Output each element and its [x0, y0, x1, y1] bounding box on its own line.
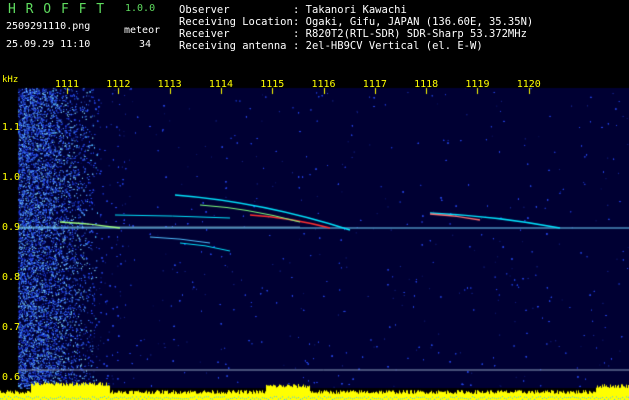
- x-tick-label: 1117: [362, 79, 387, 90]
- antenna-label: Receiving antenna: [179, 40, 287, 52]
- x-tick-label: 1114: [208, 79, 233, 90]
- app-version: 1.0.0: [125, 3, 156, 14]
- y-axis-unit-label: kHz: [2, 75, 19, 85]
- filename-label: 2509291110.png: [6, 21, 91, 32]
- x-tick-label: 1111: [55, 79, 80, 90]
- timestamp-label: 25.09.29 11:10: [6, 39, 91, 50]
- y-tick-label: 0.6: [2, 372, 21, 383]
- y-tick-label: 1.0: [2, 172, 21, 183]
- y-tick-label: 0.7: [2, 322, 21, 333]
- x-tick-label: 1116: [311, 79, 336, 90]
- x-tick-label: 1115: [260, 79, 285, 90]
- meteor-count: 34: [139, 39, 152, 50]
- x-tick-label: 1120: [516, 79, 541, 90]
- x-tick-label: 1119: [465, 79, 490, 90]
- observer-label: Observer: [179, 4, 230, 16]
- app-name: H R O F F T: [8, 2, 106, 17]
- observer-value: : Takanori Kawachi: [293, 4, 407, 16]
- y-tick-label: 1.1: [2, 122, 21, 133]
- location-value: : Ogaki, Gifu, JAPAN (136.60E, 35.35N): [293, 16, 534, 28]
- x-tick-label: 1118: [414, 79, 439, 90]
- y-tick-label: 0.8: [2, 272, 21, 283]
- y-tick-label: 0.9: [2, 222, 21, 233]
- header-panel: H R O F F T 1.0.0 2509291110.png 25.09.2…: [0, 0, 629, 76]
- x-tick-label: 1112: [106, 79, 131, 90]
- meteor-label: meteor: [124, 25, 161, 36]
- location-label: Receiving Location: [179, 16, 293, 28]
- x-tick-label: 1113: [157, 79, 182, 90]
- antenna-value: : 2el-HB9CV Vertical (el. E-W): [293, 40, 483, 52]
- receiver-value: : R820T2(RTL-SDR) SDR-Sharp 53.372MHz: [293, 28, 527, 40]
- hroft-spectrogram-window: H R O F F T 1.0.0 2509291110.png 25.09.2…: [0, 0, 629, 400]
- receiver-label: Receiver: [179, 28, 230, 40]
